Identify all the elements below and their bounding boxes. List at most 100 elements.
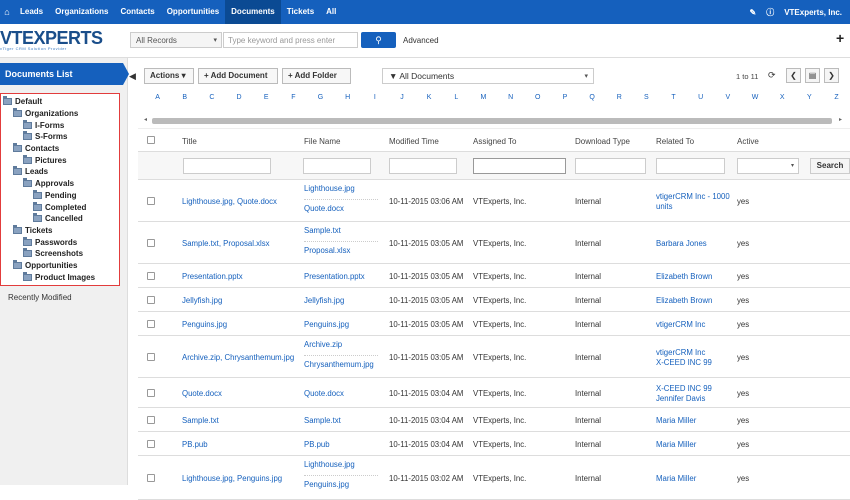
downloadtype-filter-input[interactable] [575,158,646,174]
letter-c[interactable]: C [198,94,225,106]
letter-a[interactable]: A [144,94,171,106]
modified-filter-input[interactable] [389,158,457,174]
folder-organizations[interactable]: Organizations [3,108,119,120]
nav-item-tickets[interactable]: Tickets [281,0,320,24]
actions-dropdown[interactable]: Actions ▾ [144,68,194,84]
letter-b[interactable]: B [171,94,198,106]
folder-default[interactable]: Default [3,96,119,108]
title-filter-input[interactable] [183,158,271,174]
refresh-icon[interactable]: ⟳ [768,70,776,81]
table-row[interactable]: Quote.docx 10-11-2015 03:04 AM VTExperts, … [138,378,850,408]
advanced-search-link[interactable]: Advanced [403,36,439,45]
letter-z[interactable]: Z [823,94,850,106]
recently-modified[interactable]: Recently Modified [8,293,72,302]
letter-i[interactable]: I [361,94,388,106]
related-to-link[interactable]: Maria Miller [656,440,696,450]
table-row[interactable]: Presentation.pptx 10-11-2015 03:05 AM VTEx… [138,264,850,288]
col-file-name[interactable]: File Name [304,137,340,146]
letter-f[interactable]: F [280,94,307,106]
row-checkbox[interactable] [147,389,155,397]
file-name-link[interactable]: Quote.docx [304,389,344,398]
letter-j[interactable]: J [388,94,415,106]
letter-u[interactable]: U [687,94,714,106]
letter-e[interactable]: E [253,94,280,106]
file-name-link[interactable]: Jellyfish.jpg [304,296,344,305]
file-name-link[interactable]: Lighthouse.jpg [304,184,378,193]
filter-select[interactable]: ▼ All Documents [382,68,594,84]
nav-item-opportunities[interactable]: Opportunities [161,0,225,24]
related-to-link[interactable]: X-CEED INC 99 [656,384,712,394]
row-title-link[interactable]: Lighthouse.jpg, Quote.docx [182,197,277,206]
active-filter-select[interactable] [737,158,799,174]
row-checkbox[interactable] [147,239,155,247]
file-name-link[interactable]: Sample.txt [304,226,378,235]
related-to-link[interactable]: Elizabeth Brown [656,296,712,306]
nav-item-contacts[interactable]: Contacts [114,0,160,24]
col-assigned-to[interactable]: Assigned To [473,137,516,146]
folder-cancelled[interactable]: Cancelled [3,213,119,225]
letter-m[interactable]: M [470,94,497,106]
letter-p[interactable]: P [551,94,578,106]
nav-item-all[interactable]: All [320,0,342,24]
scroll-right-icon[interactable]: ▸ [839,116,842,123]
info-icon[interactable]: ⓘ [766,7,774,18]
nav-item-documents[interactable]: Documents [225,0,281,24]
related-to-link[interactable]: vtigerCRM Inc [656,348,712,358]
letter-h[interactable]: H [334,94,361,106]
related-to-link[interactable]: Elizabeth Brown [656,272,712,282]
row-checkbox[interactable] [147,272,155,280]
row-checkbox[interactable] [147,320,155,328]
row-title-link[interactable]: Jellyfish.jpg [182,296,222,305]
folder-passwords[interactable]: Passwords [3,236,119,248]
assigned-filter-input[interactable] [473,158,566,174]
letter-n[interactable]: N [497,94,524,106]
file-name-link[interactable]: Penguins.jpg [304,475,378,489]
user-name[interactable]: VTExperts, Inc. [784,8,842,17]
letter-t[interactable]: T [660,94,687,106]
table-row[interactable]: Sample.txt 10-11-2015 03:04 AM VTExperts, … [138,408,850,432]
col-download-type[interactable]: Download Type [575,137,630,146]
row-checkbox[interactable] [147,296,155,304]
row-checkbox[interactable] [147,440,155,448]
letter-v[interactable]: V [714,94,741,106]
file-name-link[interactable]: Chrysanthemum.jpg [304,355,378,369]
letter-x[interactable]: X [769,94,796,106]
file-name-link[interactable]: Sample.txt [304,416,341,425]
related-to-link[interactable]: X-CEED INC 99 [656,358,712,368]
horizontal-scrollbar[interactable]: ◂ ▸ [144,116,850,126]
related-to-link[interactable]: vtigerCRM Inc - 1000 [656,192,730,202]
table-row[interactable]: Lighthouse.jpg, Quote.docx 10-11-2015 03:… [138,180,850,222]
row-title-link[interactable]: Lighthouse.jpg, Penguins.jpg [182,474,282,483]
col-related-to[interactable]: Related To [656,137,694,146]
related-to-link[interactable]: Barbara Jones [656,239,707,249]
next-page-button[interactable]: ❯ [824,68,839,83]
row-checkbox[interactable] [147,416,155,424]
select-all-checkbox[interactable] [147,136,155,144]
related-to-link[interactable]: Maria Miller [656,474,696,484]
search-button[interactable]: ⚲ [361,32,396,48]
col-active[interactable]: Active [737,137,759,146]
related-to-link[interactable]: vtigerCRM Inc [656,320,705,330]
row-checkbox[interactable] [147,474,155,482]
letter-k[interactable]: K [416,94,443,106]
table-row[interactable]: Penguins.jpg 10-11-2015 03:05 AM VTExperts… [138,312,850,336]
file-name-link[interactable]: Proposal.xlsx [304,241,378,255]
folder-pending[interactable]: Pending [3,189,119,202]
file-name-link[interactable]: Quote.docx [304,199,378,213]
folder-i-forms[interactable]: I-Forms [3,119,119,131]
row-title-link[interactable]: Sample.txt, Proposal.xlsx [182,239,270,248]
row-title-link[interactable]: Sample.txt [182,416,219,425]
search-input[interactable]: Type keyword and press enter [223,32,358,48]
quick-create-icon[interactable]: + [836,30,844,46]
page-jump-button[interactable]: ▤ [805,68,820,83]
table-row[interactable]: Jellyfish.jpg 10-11-2015 03:05 AM VTExpert… [138,288,850,312]
file-name-link[interactable]: Archive.zip [304,340,378,349]
folder-tickets[interactable]: Tickets [3,224,119,237]
row-checkbox[interactable] [147,353,155,361]
table-row[interactable]: Sample.txt, Proposal.xlsx 10-11-2015 03:0… [138,222,850,264]
logo[interactable]: VTEXPERTS vTiger CRM Solution Provider [0,28,103,51]
folder-leads[interactable]: Leads [3,166,119,178]
letter-d[interactable]: D [225,94,252,106]
letter-y[interactable]: Y [796,94,823,106]
row-title-link[interactable]: PB.pub [182,440,208,449]
